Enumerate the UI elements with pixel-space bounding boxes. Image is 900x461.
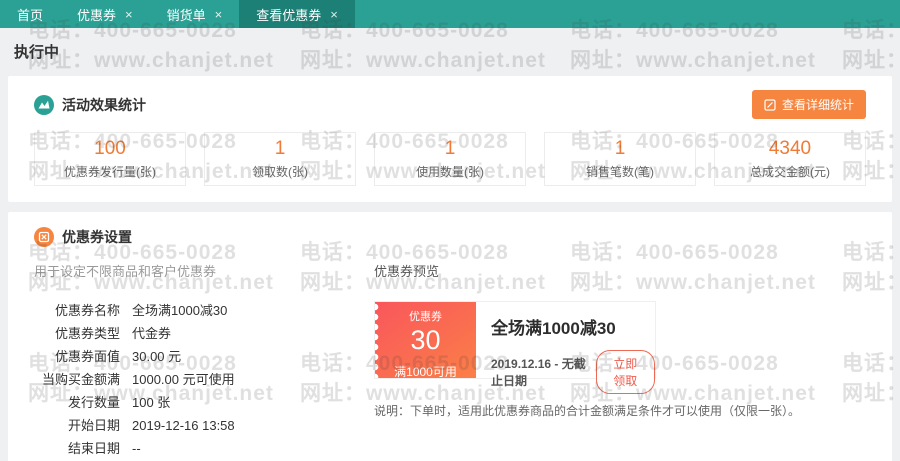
stat-value: 4340 [768,138,812,159]
stat-orders: 1 销售笔数(笔) [544,132,696,186]
stat-label: 领取数(张) [252,165,308,179]
tab-label: 首页 [17,7,44,23]
view-detail-stats-button[interactable]: 查看详细统计 [751,90,866,119]
form-row-name: 优惠券名称 全场满1000减30 [34,304,374,317]
field-label: 结束日期 [67,441,120,456]
coupon-settings-card: 优惠券设置 用于设定不限商品和客户优惠券 优惠券名称 全场满1000减30 优惠… [8,212,892,461]
stat-used: 1 使用数量(张) [374,132,526,186]
page-title: 执行中 [14,44,60,61]
close-icon[interactable]: × [330,7,338,22]
field-value: 全场满1000减30 [132,303,228,318]
field-value: 2019-12-16 13:58 [132,418,235,433]
stat-label: 优惠券发行量(张) [64,165,156,179]
usage-note: 说明：下单时，适用此优惠券商品的合计金额满足条件才可以使用（仅限一张）。 [374,404,801,418]
stat-value: 1 [274,138,286,159]
stat-value: 100 [94,138,126,159]
form-row-face-value: 优惠券面值 30.00 元 [34,350,374,363]
field-label: 开始日期 [67,418,120,433]
activity-stats-card: 活动效果统计 查看详细统计 100 优惠券发行量(张) 1 领取数(张) 1 使… [8,76,892,202]
coupon-ticket: 优惠券 30 满1000可用 [375,302,476,379]
field-label: 优惠券面值 [54,349,120,364]
field-value: 100 张 [132,395,171,410]
stat-label: 使用数量(张) [416,165,484,179]
coupon-icon [34,227,54,247]
chart-icon [34,94,54,115]
form-row-start-date: 开始日期 2019-12-16 13:58 [34,419,374,432]
coupon-preview-box: 优惠券 30 满1000可用 全场满1000减30 2019.12.16 - 无… [374,301,656,394]
tab-label: 销货单 [166,7,206,23]
field-label: 当购买金额满 [41,372,120,387]
coupon-validity: 2019.12.16 - 无截止日期 [491,357,586,388]
field-label: 优惠券名称 [54,303,120,318]
field-label: 发行数量 [67,395,120,410]
section-title-stats: 活动效果统计 [62,96,146,113]
claim-coupon-button[interactable]: 立即领取 [595,350,655,394]
close-icon[interactable]: × [215,7,223,22]
tab-bar: 首页 优惠券 × 销货单 × 查看优惠券 × [0,0,900,28]
stat-label: 总成交金额(元) [750,165,830,179]
field-value: -- [132,441,141,456]
coupon-scope-subtitle: 用于设定不限商品和客户优惠券 [34,264,217,279]
tab-sales-order[interactable]: 销货单 × [150,0,240,28]
coupon-form: 优惠券名称 全场满1000减30 优惠券类型 代金券 优惠券面值 30.00 元… [34,304,374,461]
ticket-scallop-edge [375,302,380,378]
coupon-detail: 全场满1000减30 2019.12.16 - 无截止日期 立即领取 [476,302,655,394]
field-value: 代金券 [132,326,172,341]
tab-label: 优惠券 [77,7,117,23]
form-row-threshold: 当购买金额满 1000.00 元可使用 [34,373,374,386]
field-label: 优惠券类型 [54,326,120,341]
coupon-amount: 30 [410,325,441,355]
close-icon[interactable]: × [125,7,133,22]
tab-coupon-list[interactable]: 优惠券 × [60,0,150,28]
stat-value: 1 [444,138,456,159]
stat-label: 销售笔数(笔) [586,165,654,179]
coupon-name: 全场满1000减30 [491,319,616,338]
stat-value: 1 [614,138,626,159]
coupon-tag: 优惠券 [409,311,442,323]
view-detail-stats-label: 查看详细统计 [781,98,854,112]
edit-chart-icon [764,98,776,111]
tab-home[interactable]: 首页 [0,0,60,28]
tab-view-coupon[interactable]: 查看优惠券 × [239,0,355,28]
stat-claimed: 1 领取数(张) [204,132,356,186]
stat-total-amount: 4340 总成交金额(元) [714,132,866,186]
stat-issued: 100 优惠券发行量(张) [34,132,186,186]
coupon-preview-label: 优惠券预览 [374,264,440,279]
stats-row: 100 优惠券发行量(张) 1 领取数(张) 1 使用数量(张) 1 销售笔数(… [34,132,866,186]
field-value: 1000.00 元可使用 [132,372,235,387]
coupon-condition: 满1000可用 [394,365,457,379]
form-row-end-date: 结束日期 -- [34,442,374,455]
field-value: 30.00 元 [132,349,182,364]
section-title-coupon: 优惠券设置 [62,229,132,245]
form-row-type: 优惠券类型 代金券 [34,327,374,340]
form-row-issue-qty: 发行数量 100 张 [34,396,374,409]
tab-label: 查看优惠券 [256,7,322,23]
